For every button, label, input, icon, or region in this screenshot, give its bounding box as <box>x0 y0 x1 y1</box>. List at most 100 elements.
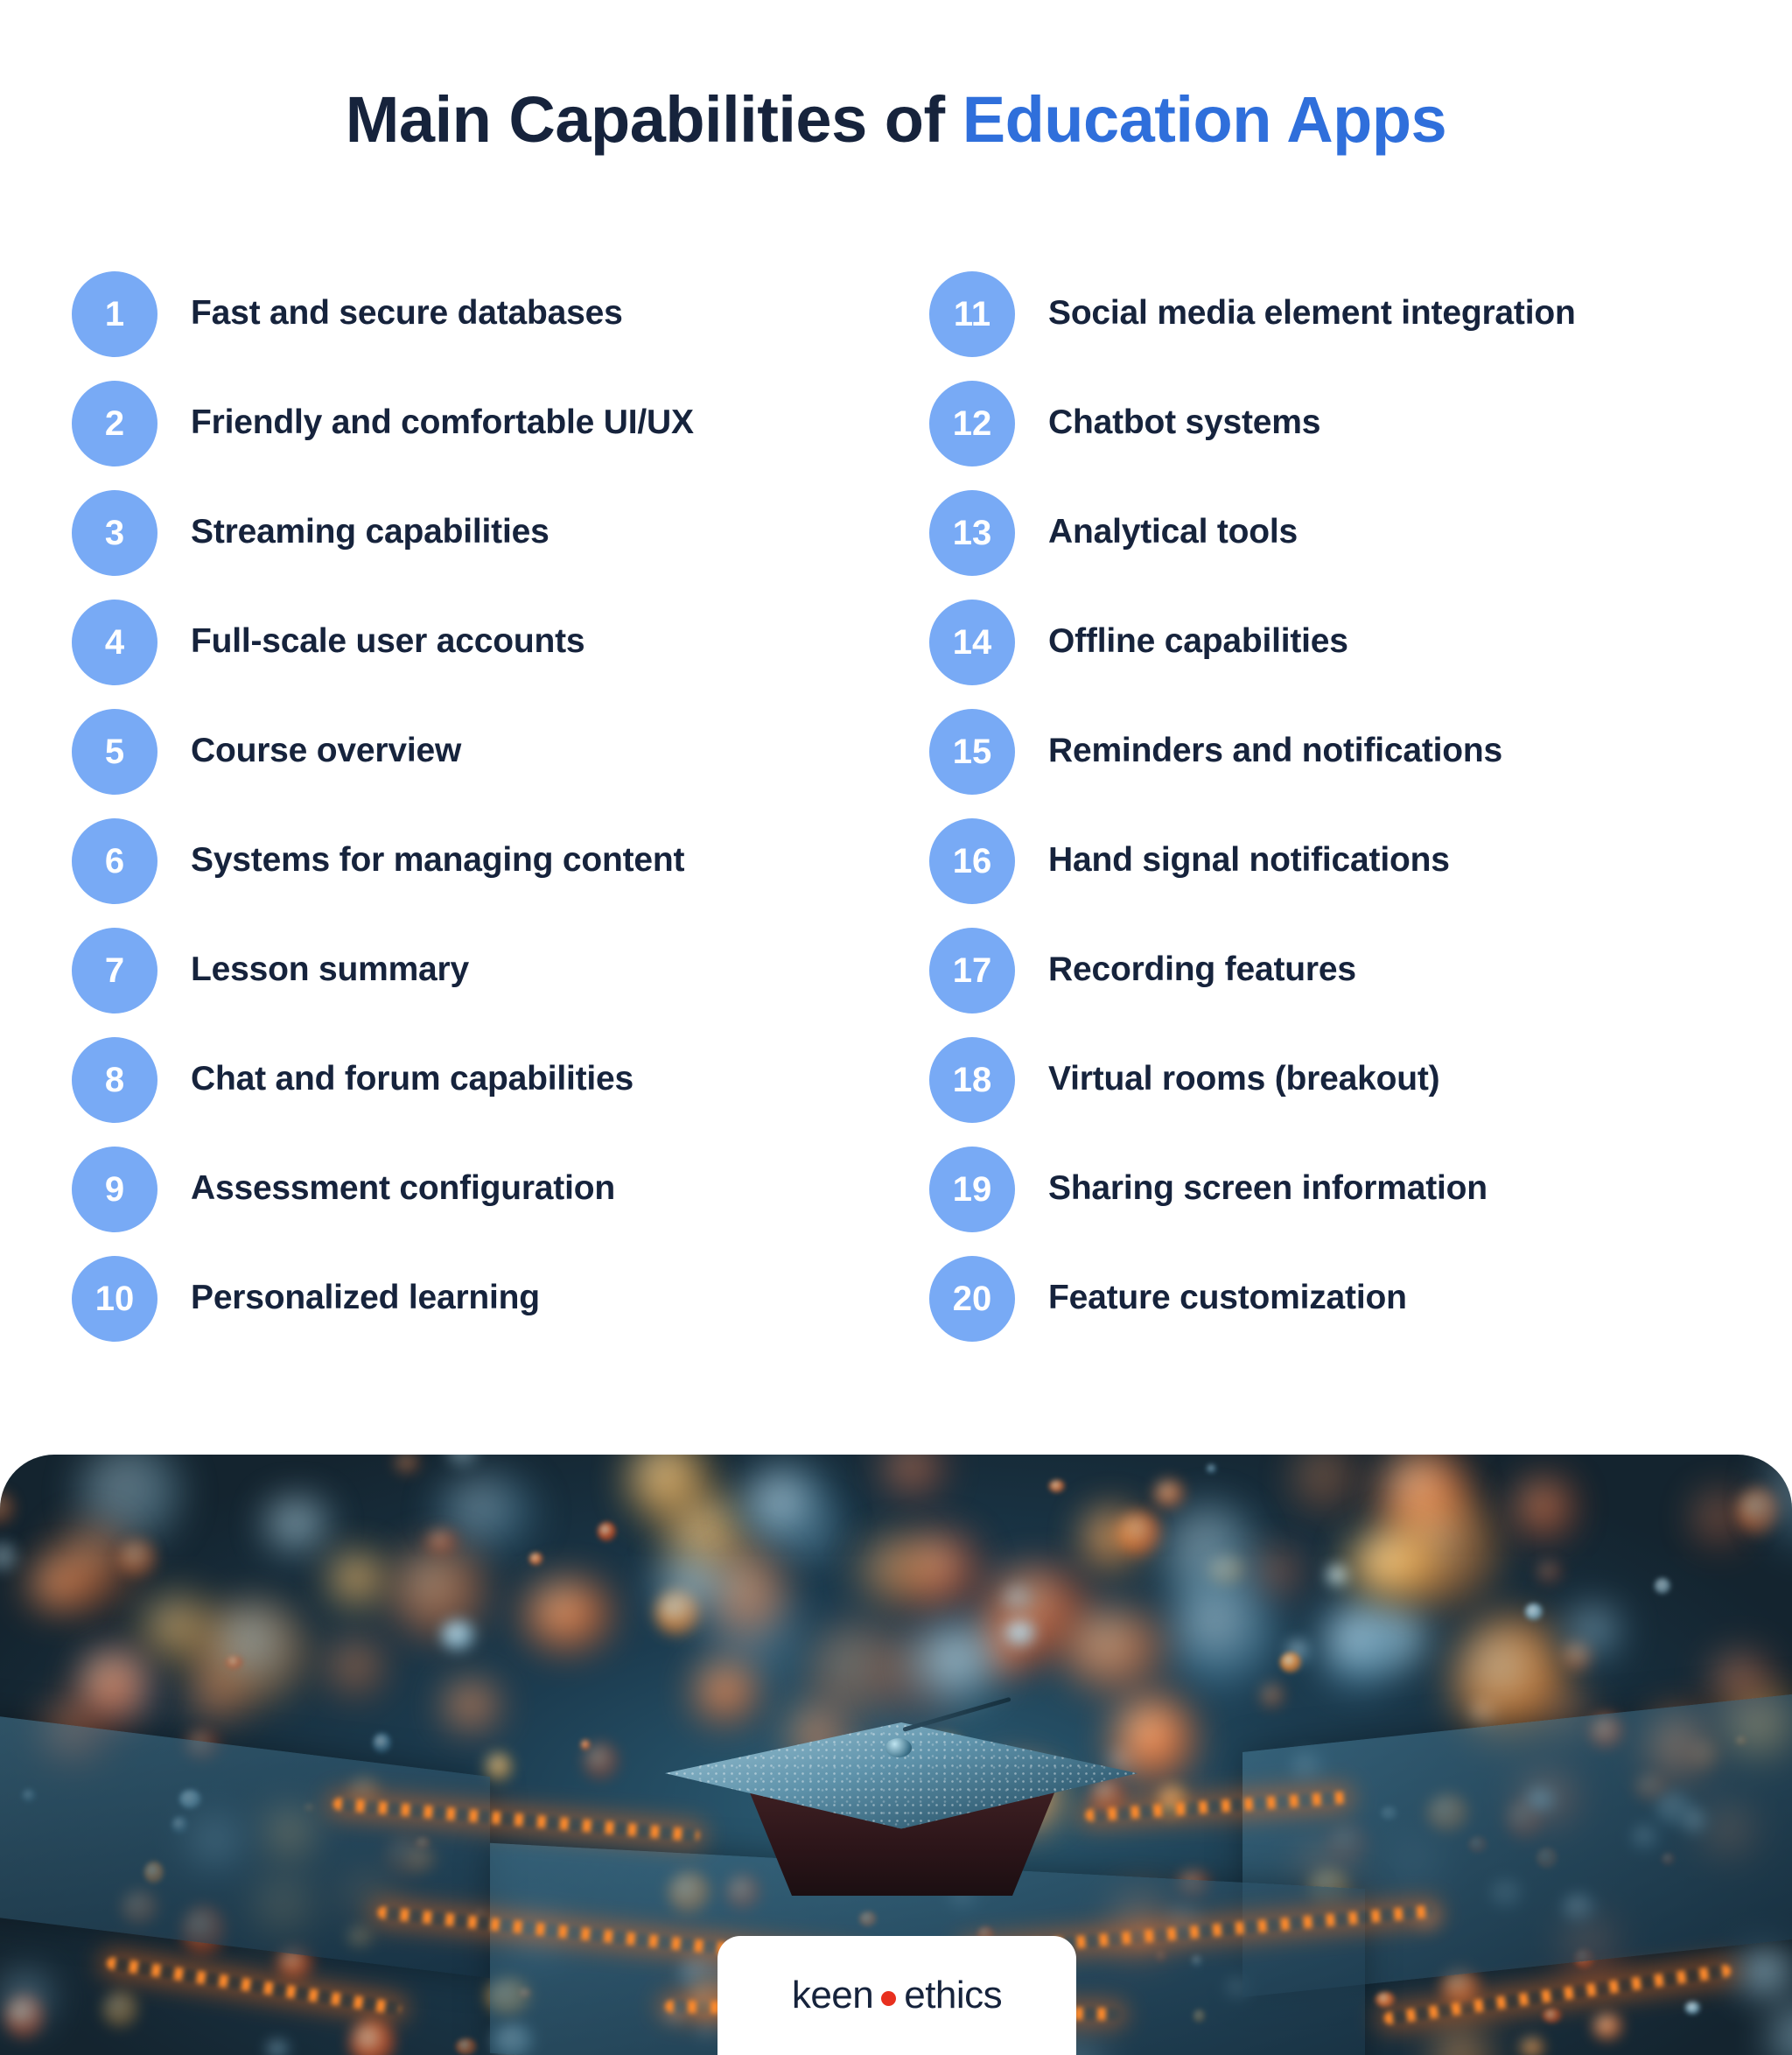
item-label: Streaming capabilities <box>191 513 550 551</box>
brand-name-second: ethics <box>904 1974 1003 2016</box>
list-item[interactable]: 13 Analytical tools <box>929 478 1717 587</box>
item-number-badge: 1 <box>72 270 158 357</box>
list-item[interactable]: 11 Social media element integration <box>929 259 1717 368</box>
bokeh-light-cool <box>1771 2004 1792 2055</box>
brand-logo: keen ethics <box>791 1974 1003 2017</box>
list-item[interactable]: 3 Streaming capabilities <box>72 478 859 587</box>
list-item[interactable]: 2 Friendly and comfortable UI/UX <box>72 368 859 478</box>
item-number-badge: 8 <box>72 1036 158 1123</box>
page-title-plain: Main Capabilities of <box>345 83 962 156</box>
item-number-badge: 9 <box>72 1146 158 1232</box>
bokeh-light-warm <box>1252 1552 1301 1594</box>
brand-dot-icon <box>881 1991 897 2006</box>
item-label: Hand signal notifications <box>1048 841 1450 880</box>
list-item[interactable]: 14 Offline capabilities <box>929 587 1717 697</box>
list-item[interactable]: 10 Personalized learning <box>72 1244 859 1353</box>
bokeh-light-warm <box>1535 1560 1564 1584</box>
item-label: Full-scale user accounts <box>191 622 585 661</box>
list-item[interactable]: 15 Reminders and notifications <box>929 697 1717 806</box>
bokeh-light-warm <box>1434 2027 1490 2055</box>
bokeh-light-warm <box>1516 1480 1572 1538</box>
cap-tassel <box>902 1696 1012 1732</box>
brand-logo-card[interactable]: keen ethics <box>718 1936 1076 2055</box>
item-number-badge: 16 <box>929 817 1015 904</box>
capabilities-column-left: 1 Fast and secure databases 2 Friendly a… <box>72 259 859 1353</box>
list-item[interactable]: 6 Systems for managing content <box>72 806 859 915</box>
list-item[interactable]: 4 Full-scale user accounts <box>72 587 859 697</box>
item-label: Analytical tools <box>1048 513 1298 551</box>
list-item[interactable]: 5 Course overview <box>72 697 859 806</box>
item-number-badge: 17 <box>929 927 1015 1013</box>
list-item[interactable]: 18 Virtual rooms (breakout) <box>929 1025 1717 1134</box>
item-number-badge: 15 <box>929 708 1015 795</box>
bokeh-light-warm <box>584 1743 620 1780</box>
bokeh-light-cool <box>266 2039 290 2055</box>
bokeh-light-cool <box>1741 1950 1788 1993</box>
graduation-cap-icon <box>665 1693 1138 1920</box>
item-label: Lesson summary <box>191 950 469 989</box>
bokeh-light-cool <box>1525 1603 1544 1620</box>
item-label: Reminders and notifications <box>1048 732 1503 770</box>
item-number-badge: 7 <box>72 927 158 1013</box>
bokeh-light-warm <box>118 1540 157 1577</box>
bokeh-light-cool <box>266 1499 329 1549</box>
item-label: Sharing screen information <box>1048 1169 1488 1208</box>
list-item[interactable]: 19 Sharing screen information <box>929 1134 1717 1244</box>
bokeh-light-warm <box>142 1595 215 1661</box>
bokeh-light-warm <box>529 1552 543 1565</box>
bokeh-light-warm <box>332 1554 382 1604</box>
list-item[interactable]: 7 Lesson summary <box>72 915 859 1025</box>
list-item[interactable]: 17 Recording features <box>929 915 1717 1025</box>
bokeh-light-warm <box>80 1651 146 1725</box>
list-item[interactable]: 1 Fast and secure databases <box>72 259 859 368</box>
bokeh-light-warm <box>1521 2038 1544 2055</box>
page-title-wrap: Main Capabilities of Education Apps <box>0 84 1792 155</box>
item-label: Systems for managing content <box>191 841 685 880</box>
item-label: Personalized learning <box>191 1279 540 1317</box>
bokeh-light-warm <box>329 1640 383 1694</box>
bokeh-light-cool <box>1760 1455 1792 1557</box>
brand-name-first: keen <box>791 1974 874 2016</box>
bokeh-light-warm <box>1376 1992 1395 2008</box>
bokeh-light-warm <box>1279 1652 1302 1673</box>
bokeh-light-warm <box>1542 2009 1562 2023</box>
item-label: Social media element integration <box>1048 294 1576 333</box>
item-label: Fast and secure databases <box>191 294 623 333</box>
item-number-badge: 6 <box>72 817 158 904</box>
bokeh-light-warm <box>189 1666 243 1725</box>
item-number-badge: 14 <box>929 599 1015 685</box>
list-item[interactable]: 12 Chatbot systems <box>929 368 1717 478</box>
bokeh-light-cool <box>0 1542 18 1573</box>
bokeh-light-warm <box>394 1455 420 1474</box>
bokeh-light-warm <box>1063 1609 1166 1690</box>
item-number-badge: 11 <box>929 270 1015 357</box>
item-number-badge: 3 <box>72 489 158 576</box>
list-item[interactable]: 20 Feature customization <box>929 1244 1717 1353</box>
bokeh-light-warm <box>1153 1480 1184 1508</box>
item-label: Assessment configuration <box>191 1169 615 1208</box>
bokeh-light-cool <box>919 1624 999 1701</box>
bokeh-light-warm <box>525 1581 612 1650</box>
cap-button <box>886 1738 912 1757</box>
item-label: Chatbot systems <box>1048 403 1321 442</box>
item-number-badge: 19 <box>929 1146 1015 1232</box>
item-label: Offline capabilities <box>1048 622 1348 661</box>
bokeh-light-warm <box>445 1684 499 1729</box>
bokeh-light-warm <box>350 2019 396 2055</box>
item-number-badge: 2 <box>72 380 158 466</box>
bokeh-light-cool <box>1206 1463 1217 1473</box>
item-number-badge: 4 <box>72 599 158 685</box>
bokeh-light-cool <box>1320 1602 1400 1690</box>
bokeh-light-cool <box>1567 1605 1623 1659</box>
bokeh-light-warm <box>1048 1479 1065 1492</box>
list-item[interactable]: 16 Hand signal notifications <box>929 806 1717 915</box>
capabilities-columns: 1 Fast and secure databases 2 Friendly a… <box>0 259 1792 1353</box>
bokeh-light-cool <box>1002 1584 1032 1615</box>
bokeh-light-cool <box>1004 1619 1038 1646</box>
list-item[interactable]: 9 Assessment configuration <box>72 1134 859 1244</box>
bokeh-light-cool <box>657 1556 727 1613</box>
bokeh-light-warm <box>391 1546 486 1638</box>
bokeh-light-warm <box>0 1492 15 1525</box>
list-item[interactable]: 8 Chat and forum capabilities <box>72 1025 859 1134</box>
bokeh-light-cool <box>1326 1565 1349 1587</box>
